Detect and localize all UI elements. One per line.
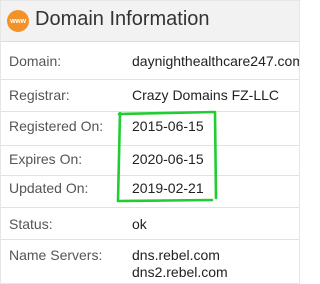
name-server-1: dns.rebel.com (132, 247, 220, 263)
card-title: Domain Information (35, 8, 210, 30)
status-label: Status: (9, 216, 53, 232)
row-name-servers: Name Servers: dns.rebel.com dns2.rebel.c… (1, 239, 299, 283)
updated-on-value: 2019-02-21 (132, 180, 204, 196)
status-value: ok (132, 216, 147, 232)
expires-on-label: Expires On: (9, 151, 83, 167)
domain-info-card: www Domain Information Domain: daynighth… (0, 0, 300, 284)
registered-on-label: Registered On: (9, 118, 104, 134)
registrar-value: Crazy Domains FZ-LLC (132, 87, 280, 103)
logo-text: www (10, 17, 26, 25)
row-registrar: Registrar: Crazy Domains FZ-LLC (1, 79, 299, 112)
row-domain: Domain: daynighthealthcare247.com (1, 42, 299, 80)
domain-value: daynighthealthcare247.com (132, 53, 300, 69)
registrar-label: Registrar: (9, 87, 70, 103)
row-expires-on: Expires On: 2020-06-15 (1, 145, 299, 176)
updated-on-label: Updated On: (9, 180, 89, 196)
www-globe-icon: www (7, 10, 29, 32)
row-registered-on: Registered On: 2015-06-15 (1, 111, 299, 146)
row-updated-on: Updated On: 2019-02-21 (1, 175, 299, 208)
name-servers-value: dns.rebel.com dns2.rebel.com (132, 247, 228, 281)
name-server-2: dns2.rebel.com (132, 264, 228, 280)
domain-label: Domain: (9, 53, 62, 69)
name-servers-label: Name Servers: (9, 247, 103, 263)
expires-on-value: 2020-06-15 (132, 151, 204, 167)
registered-on-value: 2015-06-15 (132, 118, 204, 134)
row-status: Status: ok (1, 207, 299, 240)
card-header: www Domain Information (1, 1, 299, 42)
